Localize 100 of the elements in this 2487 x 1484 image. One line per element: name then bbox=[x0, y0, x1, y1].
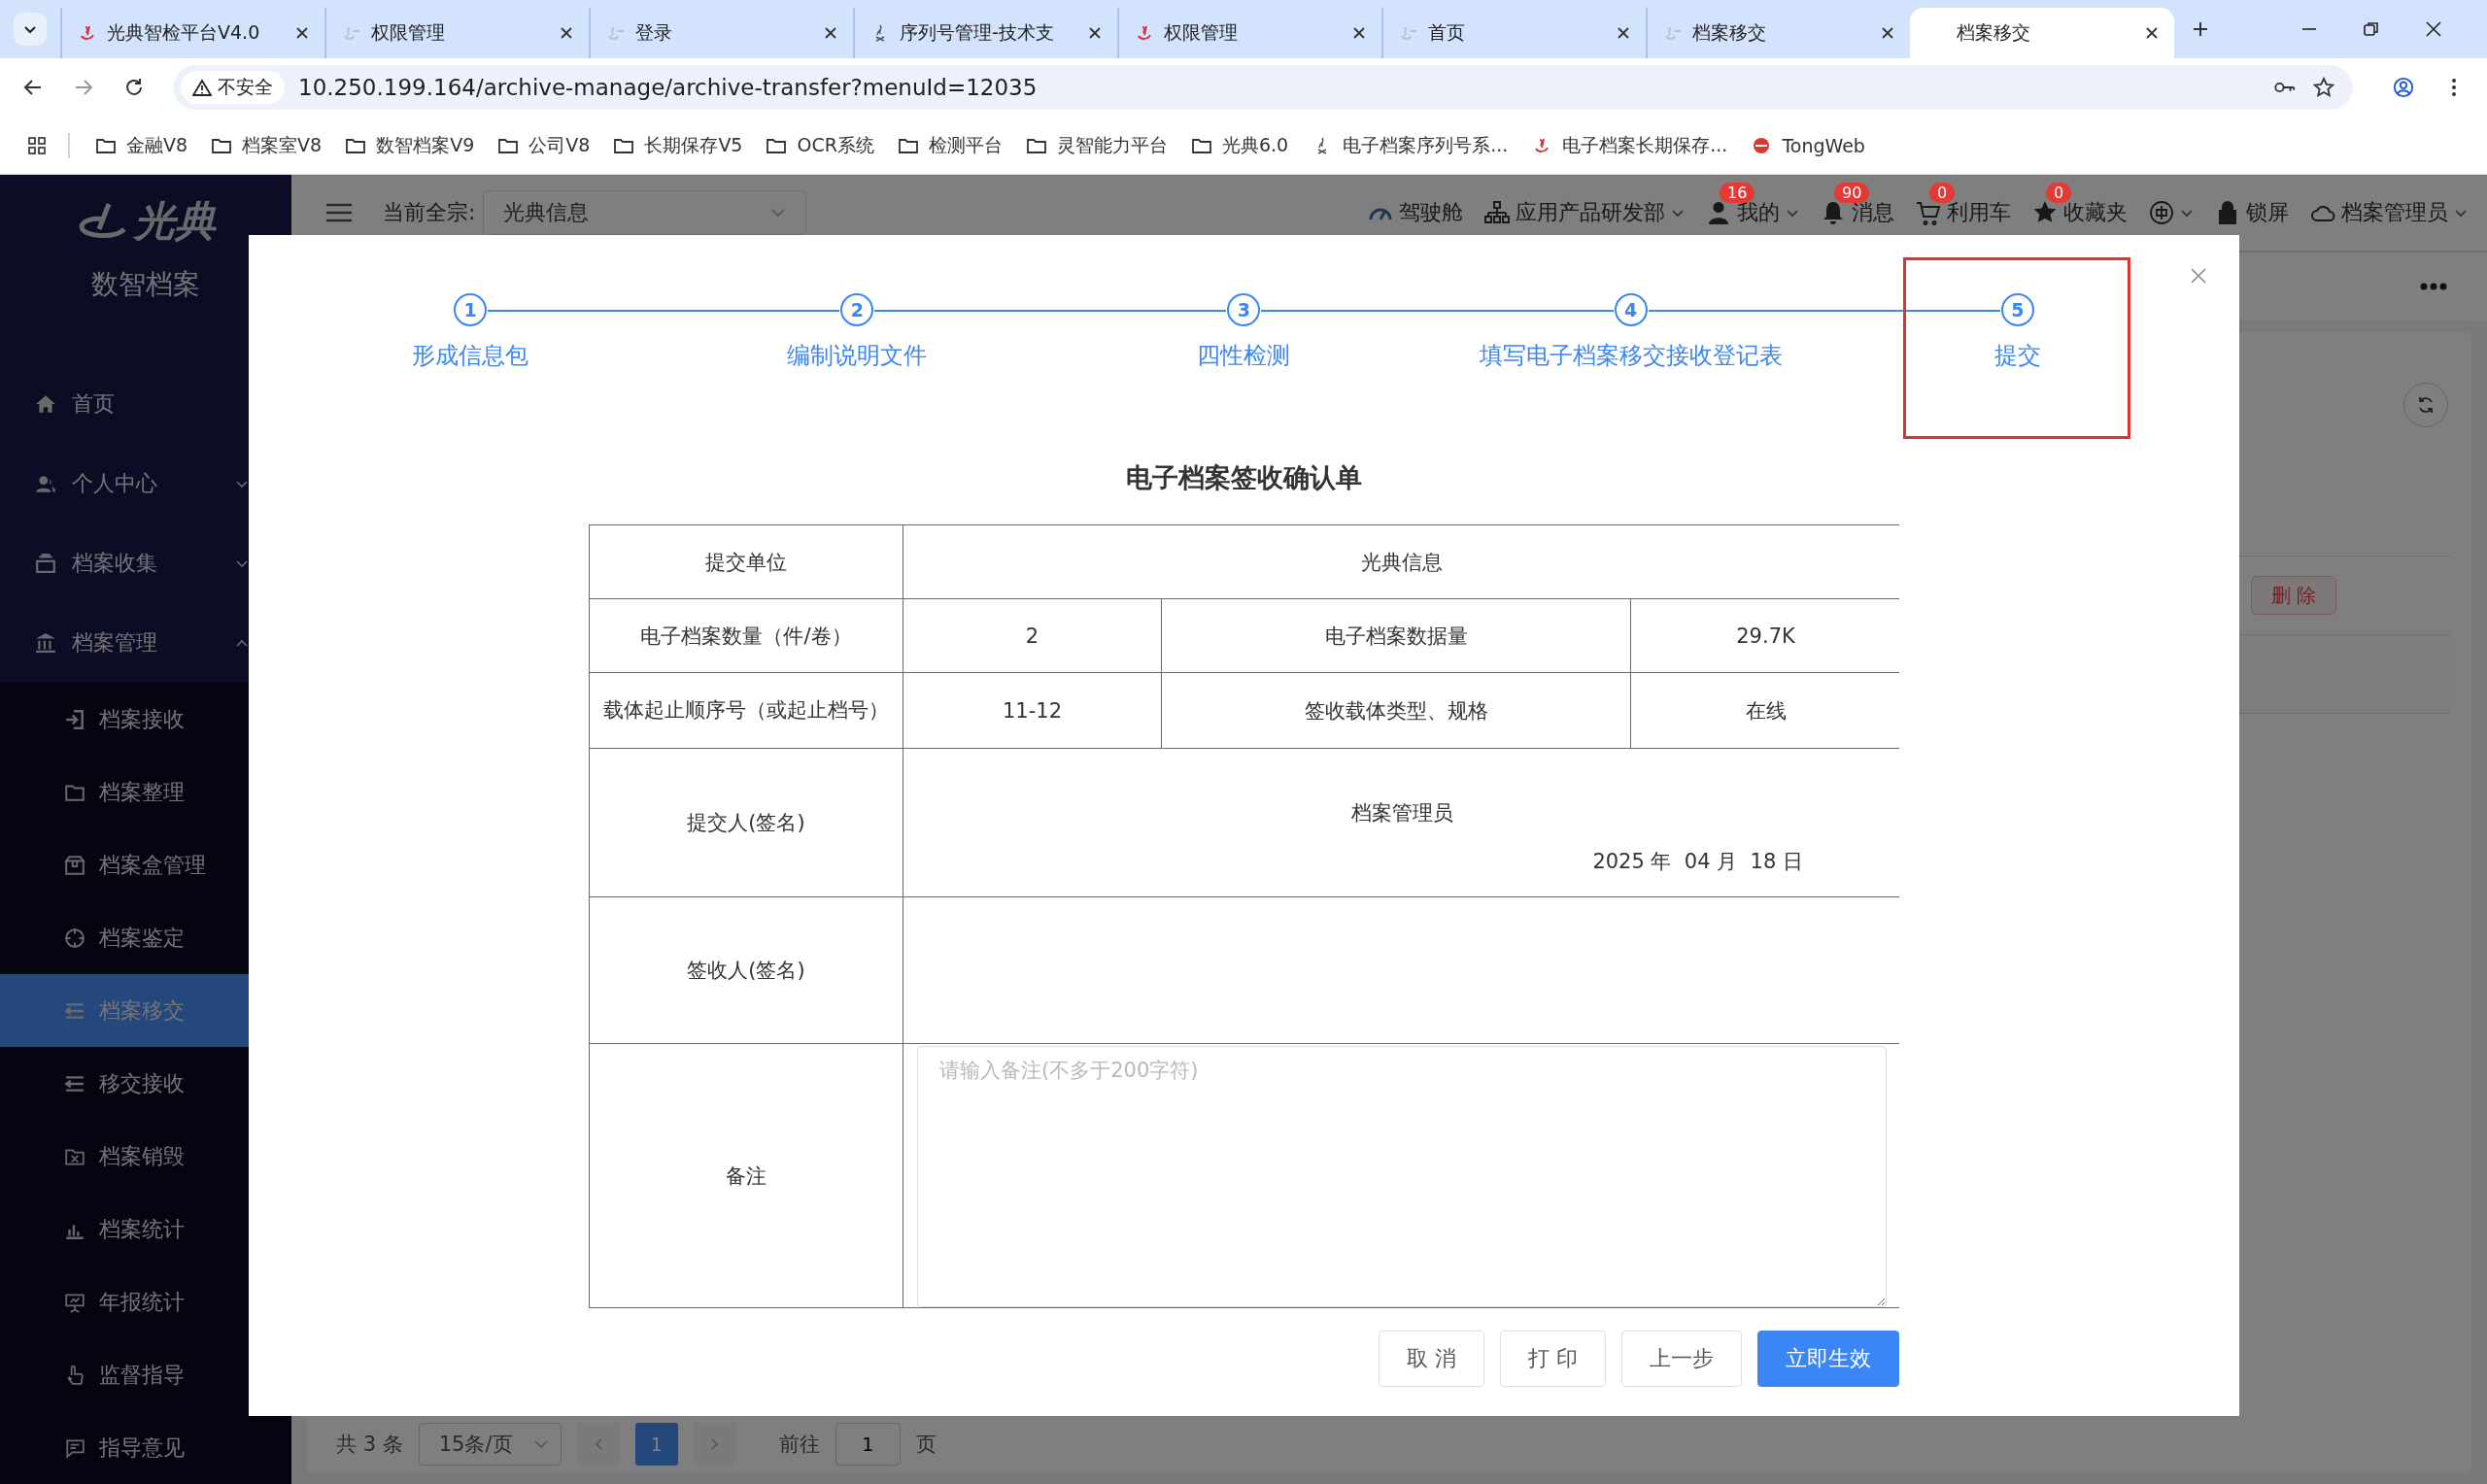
dialog-button[interactable]: 打 印 bbox=[1500, 1331, 1606, 1387]
bookmark[interactable]: 公司V8 bbox=[495, 132, 602, 158]
more-icon[interactable] bbox=[2419, 282, 2448, 291]
close-icon[interactable] bbox=[1617, 26, 1630, 40]
restore-icon[interactable] bbox=[2363, 20, 2380, 38]
field-label: 签收人(签名) bbox=[590, 897, 903, 1043]
count-badge: 16 bbox=[1720, 183, 1755, 203]
bookmark[interactable]: 电子档案序列号系... bbox=[1310, 132, 1520, 158]
apps-icon[interactable] bbox=[27, 135, 47, 155]
field-label: 备注 bbox=[590, 1044, 903, 1307]
tab-title: 登录 bbox=[635, 20, 673, 45]
header-menu-item[interactable]: 锁屏 bbox=[2215, 198, 2289, 227]
language-icon bbox=[2149, 200, 2174, 225]
header-menu-item[interactable]: 驾驶舱 bbox=[1368, 198, 1463, 227]
signer-name: 档案管理员 bbox=[1349, 800, 1454, 826]
bookmark[interactable]: 检测平台 bbox=[895, 132, 1014, 158]
bookmark[interactable]: 档案室V8 bbox=[209, 132, 334, 158]
close-icon[interactable] bbox=[1881, 26, 1894, 40]
logo-icon bbox=[1135, 23, 1154, 43]
sign-date: 2025 年 04 月 18 日 bbox=[1591, 849, 1804, 875]
menu-item[interactable]: 档案收集 bbox=[0, 523, 291, 604]
menu-item[interactable]: 首页 bbox=[0, 364, 291, 445]
header-menu-item[interactable]: 应用产品研发部 bbox=[1484, 198, 1685, 227]
bookmark[interactable]: 灵智能力平台 bbox=[1023, 132, 1179, 158]
dialog-button[interactable]: 立即生效 bbox=[1757, 1331, 1899, 1387]
submenu-item[interactable]: 移交接收 bbox=[0, 1047, 291, 1121]
remark-field[interactable]: 请输入备注(不多于200字符) bbox=[917, 1046, 1887, 1307]
tray-icon bbox=[35, 553, 56, 575]
submenu-item[interactable]: 指导意见 bbox=[0, 1411, 291, 1484]
field-label: 签收载体类型、规格 bbox=[1162, 673, 1630, 748]
submenu-item[interactable]: 档案整理 bbox=[0, 756, 291, 829]
submenu-item[interactable]: 档案统计 bbox=[0, 1193, 291, 1266]
security-chip[interactable]: 不安全 bbox=[181, 71, 285, 104]
bookmark[interactable]: OCR系统 bbox=[764, 132, 886, 158]
menu-item[interactable]: 个人中心 bbox=[0, 444, 291, 524]
bookmark[interactable]: 金融V8 bbox=[93, 132, 200, 158]
form-title: 电子档案签收确认单 bbox=[1125, 461, 1363, 494]
bookmark[interactable]: TongWeb bbox=[1749, 134, 1877, 156]
step-label: 四性检测 bbox=[1197, 341, 1291, 371]
fonds-label: 当前全宗: bbox=[383, 199, 476, 226]
header-menu-item[interactable] bbox=[2149, 200, 2194, 225]
bookmark[interactable]: 光典6.0 bbox=[1188, 132, 1301, 158]
close-icon[interactable] bbox=[560, 26, 573, 40]
close-icon[interactable] bbox=[1088, 26, 1102, 40]
browser-tab[interactable]: 序列号管理-技术支 bbox=[853, 8, 1117, 58]
address-bar[interactable]: 不安全 10.250.199.164/archive-manage/archive-transfer?menuId=12035 bbox=[173, 65, 2353, 110]
browser-tab[interactable]: 权限管理 bbox=[1117, 8, 1381, 58]
fonds-select[interactable]: 光典信息 bbox=[483, 190, 807, 235]
refresh-button[interactable] bbox=[2403, 383, 2448, 427]
page-size-select[interactable]: 15条/页 bbox=[418, 1423, 562, 1466]
bookmark[interactable]: 长期保存V5 bbox=[611, 132, 755, 158]
close-icon[interactable] bbox=[2425, 20, 2442, 38]
menu-icon[interactable] bbox=[324, 202, 354, 223]
field-label: 电子档案数据量 bbox=[1162, 599, 1630, 672]
page-input[interactable]: 1 bbox=[835, 1423, 901, 1466]
url-text: 10.250.199.164/archive-manage/archive-transfer?menuId=12035 bbox=[298, 75, 1038, 100]
submenu-item[interactable]: 档案销毁 bbox=[0, 1120, 291, 1194]
total-count: 共 3 条 bbox=[336, 1432, 403, 1458]
dialog-button[interactable]: 上一步 bbox=[1621, 1331, 1742, 1387]
close-icon[interactable] bbox=[2145, 26, 2159, 40]
submenu-item[interactable]: 监督指导 bbox=[0, 1338, 291, 1412]
crosshair-icon bbox=[64, 927, 85, 949]
tab-title: 光典智检平台V4.0 bbox=[107, 20, 261, 45]
browser-tab[interactable]: 首页 bbox=[1381, 8, 1646, 58]
page-suffix: 页 bbox=[915, 1432, 937, 1458]
box-icon bbox=[64, 854, 85, 876]
close-icon[interactable] bbox=[824, 26, 837, 40]
dialog-button[interactable]: 取 消 bbox=[1379, 1331, 1484, 1387]
submenu-item[interactable]: 年报统计 bbox=[0, 1265, 291, 1339]
tab-list-button[interactable] bbox=[14, 13, 47, 46]
close-icon[interactable] bbox=[1352, 26, 1366, 40]
step-label: 提交 bbox=[1993, 341, 2041, 371]
org-chart-icon bbox=[1484, 200, 1510, 225]
submenu-item[interactable]: 档案鉴定 bbox=[0, 901, 291, 975]
close-icon[interactable] bbox=[295, 26, 309, 40]
header-menu-item[interactable]: 档案管理员 bbox=[2310, 198, 2468, 227]
step-label: 形成信息包 bbox=[412, 341, 529, 371]
browser-tab[interactable]: 权限管理 bbox=[324, 8, 589, 58]
field-label: 载体起止顺序号（或起止档号） bbox=[590, 673, 903, 748]
count-badge: 90 bbox=[1834, 183, 1870, 203]
new-tab-icon[interactable] bbox=[2192, 20, 2209, 38]
page-button[interactable]: 1 bbox=[634, 1423, 678, 1466]
submenu-item[interactable]: 档案接收 bbox=[0, 683, 291, 757]
field-label: 提交单位 bbox=[590, 525, 903, 598]
tab-title: 档案移交 bbox=[1956, 20, 2031, 45]
browser-tab[interactable]: 档案移交 bbox=[1910, 8, 2174, 58]
delete-button[interactable]: 删 除 bbox=[2251, 576, 2336, 615]
submenu-item[interactable]: 档案盒管理 bbox=[0, 828, 291, 902]
goto-label: 前往 bbox=[778, 1432, 820, 1458]
menu-item[interactable]: 档案管理 bbox=[0, 603, 291, 684]
step-label: 填写电子档案移交接收登记表 bbox=[1479, 341, 1783, 371]
browser-tab[interactable]: 光典智检平台V4.0 bbox=[60, 8, 324, 58]
count-badge: 0 bbox=[2046, 183, 2072, 203]
bookmark[interactable]: 电子档案长期保存... bbox=[1529, 132, 1740, 158]
cart-icon bbox=[1916, 200, 1941, 225]
step-number: 4 bbox=[1614, 293, 1648, 326]
step-number: 1 bbox=[454, 293, 488, 326]
bookmark[interactable]: 数智档案V9 bbox=[343, 132, 487, 158]
browser-tab[interactable]: 登录 bbox=[589, 8, 853, 58]
field-value: 2 bbox=[903, 599, 1161, 672]
